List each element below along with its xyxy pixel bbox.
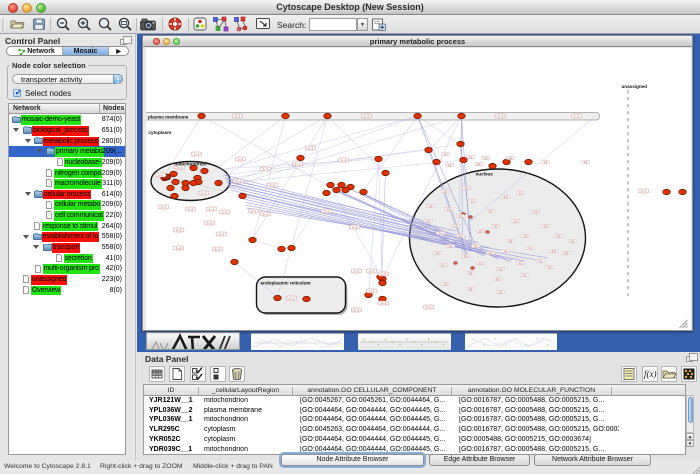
svg-text:[--]: [--]: [499, 290, 502, 294]
svg-text:[--]: [--]: [459, 234, 462, 238]
svg-text:[---]: [---]: [236, 179, 241, 183]
svg-text:[--]: [--]: [544, 224, 547, 228]
svg-text:[--]: [--]: [504, 195, 507, 199]
svg-text:unassigned: unassigned: [622, 84, 648, 89]
svg-text:[---]: [---]: [641, 189, 646, 193]
svg-text:cytoplasm: cytoplasm: [149, 130, 172, 135]
svg-text:[---]: [---]: [426, 305, 431, 309]
svg-text:[--]: [--]: [514, 219, 517, 223]
svg-text:[--]: [--]: [552, 249, 555, 253]
svg-text:[--]: [--]: [494, 224, 497, 228]
svg-text:[--]: [--]: [489, 251, 492, 255]
svg-text:[--]: [--]: [469, 287, 472, 291]
svg-text:[--]: [--]: [448, 163, 451, 167]
svg-text:[---]: [---]: [188, 207, 193, 211]
svg-text:[--]: [--]: [469, 271, 472, 275]
svg-text:[--]: [--]: [565, 251, 568, 255]
svg-text:[---]: [---]: [369, 269, 374, 273]
svg-text:[---]: [---]: [263, 212, 268, 216]
svg-text:[---]: [---]: [263, 167, 268, 171]
svg-text:[---]: [---]: [308, 146, 313, 150]
svg-text:[---]: [---]: [222, 210, 227, 214]
svg-text:[--]: [--]: [471, 199, 474, 203]
svg-text:[--]: [--]: [436, 251, 439, 255]
svg-text:[---]: [---]: [352, 225, 357, 229]
svg-text:[---]: [---]: [324, 209, 329, 213]
svg-text:[--]: [--]: [523, 273, 526, 277]
svg-text:[---]: [---]: [354, 308, 359, 312]
svg-text:[---]: [---]: [176, 228, 181, 232]
svg-text:plasma membrane: plasma membrane: [148, 115, 189, 120]
svg-text:[--]: [--]: [474, 244, 477, 248]
svg-text:[---]: [---]: [215, 247, 220, 251]
svg-text:[--]: [--]: [444, 189, 447, 193]
svg-text:[--]: [--]: [444, 152, 447, 156]
svg-text:[---]: [---]: [364, 114, 369, 118]
svg-text:[--]: [--]: [509, 156, 512, 160]
svg-text:[--]: [--]: [489, 209, 492, 213]
svg-text:f(x): f(x): [644, 369, 657, 379]
svg-text:[--]: [--]: [454, 224, 457, 228]
svg-text:[---]: [---]: [194, 152, 199, 156]
svg-text:[--]: [--]: [499, 267, 502, 271]
svg-text:[--]: [--]: [544, 160, 547, 164]
svg-text:[--]: [--]: [534, 210, 537, 214]
svg-text:[---]: [---]: [381, 272, 386, 276]
svg-text:endoplasmic reticulum: endoplasmic reticulum: [261, 281, 311, 286]
svg-text:[--]: [--]: [444, 282, 447, 286]
svg-text:[--]: [--]: [441, 263, 444, 267]
svg-text:[---]: [---]: [238, 157, 243, 161]
svg-text:[---]: [---]: [219, 232, 224, 236]
svg-text:[--]: [--]: [447, 207, 450, 211]
svg-text:[---]: [---]: [341, 158, 346, 162]
svg-text:mitochondrion: mitochondrion: [175, 162, 207, 167]
svg-text:[--]: [--]: [484, 156, 487, 160]
svg-text:[--]: [--]: [504, 249, 507, 253]
svg-text:[---]: [---]: [295, 162, 300, 166]
svg-text:[--]: [--]: [509, 239, 512, 243]
svg-text:[--]: [--]: [479, 261, 482, 265]
svg-text:[--]: [--]: [429, 204, 432, 208]
svg-text:[--]: [--]: [524, 234, 527, 238]
svg-text:[---]: [---]: [498, 114, 503, 118]
svg-text:[--]: [--]: [529, 246, 532, 250]
svg-text:[--]: [--]: [479, 229, 482, 233]
svg-text:[---]: [---]: [574, 114, 579, 118]
svg-text:[--]: [--]: [519, 261, 522, 265]
svg-text:[---]: [---]: [270, 183, 275, 187]
svg-text:[---]: [---]: [209, 207, 214, 211]
svg-text:[---]: [---]: [158, 173, 163, 177]
svg-text:[--]: [--]: [496, 277, 499, 281]
svg-text:[--]: [--]: [464, 254, 467, 258]
svg-text:[--]: [--]: [449, 244, 452, 248]
svg-text:[---]: [---]: [369, 289, 374, 293]
svg-text:[--]: [--]: [584, 160, 587, 164]
svg-text:[--]: [--]: [439, 231, 442, 235]
svg-text:[--]: [--]: [571, 239, 574, 243]
svg-text:[--]: [--]: [459, 214, 462, 218]
svg-text:[---]: [---]: [176, 246, 181, 250]
svg-text:[---]: [---]: [161, 205, 166, 209]
svg-text:[---]: [---]: [289, 296, 294, 300]
svg-text:[---]: [---]: [201, 191, 206, 195]
svg-text:[--]: [--]: [548, 265, 551, 269]
svg-text:[---]: [---]: [235, 114, 240, 118]
svg-text:[---]: [---]: [207, 221, 212, 225]
svg-text:nucleus: nucleus: [476, 172, 494, 177]
svg-text:[--]: [--]: [519, 191, 522, 195]
svg-text:[--]: [--]: [557, 234, 560, 238]
svg-text:[---]: [---]: [354, 269, 359, 273]
svg-text:[--]: [--]: [477, 162, 480, 166]
svg-text:[---]: [---]: [251, 209, 256, 213]
svg-text:[--]: [--]: [469, 155, 472, 159]
svg-text:[---]: [---]: [381, 301, 386, 305]
svg-text:[--]: [--]: [427, 219, 430, 223]
svg-text:[--]: [--]: [465, 186, 468, 190]
svg-text:[--]: [--]: [539, 259, 542, 263]
